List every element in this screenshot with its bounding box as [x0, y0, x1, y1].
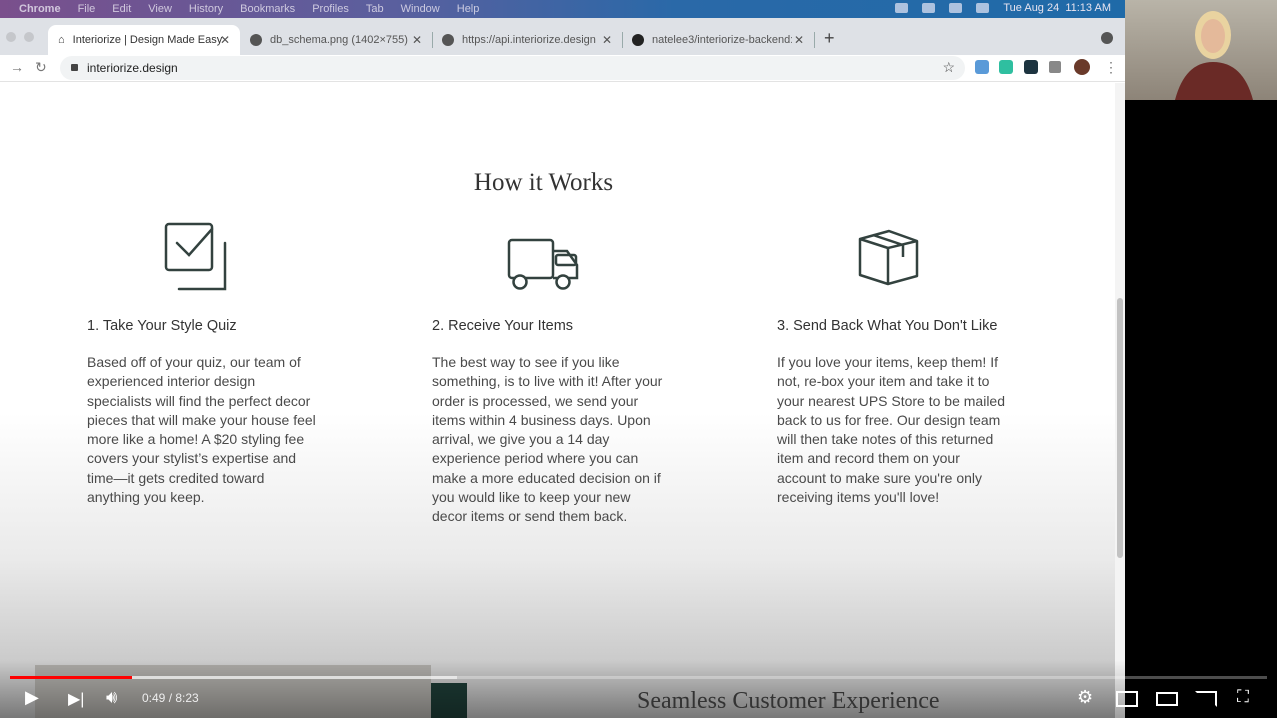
tab-title: db_schema.png (1402×755) — [270, 34, 408, 46]
volume-icon[interactable]: 🔊︎ — [106, 687, 117, 708]
menu-edit[interactable]: Edit — [112, 3, 131, 15]
window-controls[interactable] — [6, 32, 34, 42]
truck-icon — [507, 238, 579, 290]
tab-title: https://api.interiorize.design — [462, 34, 596, 46]
page-scrollbar[interactable] — [1115, 83, 1125, 718]
played-bar — [10, 676, 132, 679]
next-icon[interactable]: ▶| — [68, 689, 84, 709]
step-heading: 1. Take Your Style Quiz — [87, 318, 237, 334]
globe-icon — [442, 34, 454, 46]
github-icon — [632, 34, 644, 46]
forward-icon[interactable]: → — [10, 59, 24, 75]
tab-interiorize[interactable]: ⌂ Interiorize | Design Made Easy ✕ — [48, 25, 240, 55]
reload-icon[interactable]: ↻ — [35, 59, 47, 76]
url-text: interiorize.design — [87, 61, 178, 75]
menu-history[interactable]: History — [189, 3, 223, 15]
tab-db-schema[interactable]: db_schema.png (1402×755) ✕ — [240, 25, 432, 55]
search-icon[interactable] — [976, 3, 990, 13]
web-page: How it Works 1. Take Your Style Quiz Bas… — [0, 83, 1115, 718]
close-icon[interactable]: ✕ — [602, 33, 612, 47]
menu-profiles[interactable]: Profiles — [312, 3, 349, 15]
checkbox-icon — [164, 222, 227, 291]
screen-recording: Chrome File Edit View History Bookmarks … — [0, 0, 1125, 718]
globe-icon — [250, 34, 262, 46]
progress-bar[interactable] — [10, 676, 1267, 679]
theater-mode-icon[interactable] — [1156, 692, 1178, 706]
close-icon[interactable]: ✕ — [412, 33, 422, 47]
tab-search-icon[interactable] — [1101, 32, 1113, 44]
section-heading: Seamless Customer Experience — [637, 688, 940, 714]
mac-menubar: Chrome File Edit View History Bookmarks … — [0, 0, 1125, 18]
tab-github[interactable]: natelee3/interiorize-backend: T ✕ — [622, 25, 814, 55]
lock-icon — [71, 64, 78, 71]
cast-icon[interactable] — [1195, 691, 1217, 707]
time-display: 0:49 / 8:23 — [142, 691, 199, 705]
tab-api[interactable]: https://api.interiorize.design ✕ — [432, 25, 622, 55]
step-heading: 2. Receive Your Items — [432, 318, 574, 334]
menu-help[interactable]: Help — [457, 3, 480, 15]
menu-bookmarks[interactable]: Bookmarks — [240, 3, 295, 15]
step-heading: 3. Send Back What You Don't Like — [777, 318, 998, 334]
fullscreen-icon[interactable]: ⛶ — [1237, 687, 1249, 707]
status-icon[interactable] — [895, 3, 909, 13]
wifi-icon[interactable] — [949, 3, 963, 13]
step-description: Based off of your quiz, our team of expe… — [87, 354, 316, 506]
miniplayer-icon[interactable] — [1116, 691, 1138, 707]
step-description: The best way to see if you like somethin… — [432, 354, 663, 525]
menu-view[interactable]: View — [148, 3, 172, 15]
step-description: If you love your items, keep them! If no… — [777, 354, 1006, 506]
eyedropper-extension-icon[interactable] — [975, 60, 989, 74]
close-icon[interactable]: ✕ — [794, 33, 804, 47]
bookmark-star-icon[interactable]: ☆ — [942, 59, 955, 76]
webcam-person — [1175, 11, 1253, 100]
tab-bar: ⌂ Interiorize | Design Made Easy ✕ db_sc… — [0, 18, 1125, 55]
tab-title: Interiorize | Design Made Easy — [72, 34, 223, 46]
avatar[interactable] — [1074, 59, 1090, 75]
react-devtools-icon[interactable] — [1024, 60, 1038, 74]
address-bar-row: → ↻ interiorize.design ☆ ⋮ — [0, 55, 1125, 82]
home-icon: ⌂ — [58, 34, 65, 46]
page-title: How it Works — [473, 169, 614, 196]
play-icon[interactable]: ▶ — [25, 687, 39, 708]
extension-icon[interactable] — [999, 60, 1013, 74]
menu-tab[interactable]: Tab — [366, 3, 384, 15]
new-tab-button[interactable]: + — [824, 28, 835, 49]
menu-chrome[interactable]: Chrome — [19, 3, 61, 15]
scrollbar-thumb[interactable] — [1117, 298, 1123, 558]
address-input[interactable]: interiorize.design ☆ — [60, 56, 965, 80]
close-icon[interactable]: ✕ — [220, 33, 230, 47]
box-icon — [858, 229, 919, 286]
puzzle-icon[interactable] — [1049, 61, 1061, 73]
menu-window[interactable]: Window — [401, 3, 440, 15]
clock[interactable]: Tue Aug 24 11:13 AM — [1003, 2, 1111, 14]
menu-kebab-icon[interactable]: ⋮ — [1104, 59, 1118, 76]
settings-gear-icon[interactable]: ⚙ — [1077, 687, 1093, 708]
tab-title: natelee3/interiorize-backend: T — [652, 34, 792, 46]
battery-icon[interactable] — [922, 3, 936, 13]
menu-file[interactable]: File — [78, 3, 96, 15]
webcam-overlay — [1125, 0, 1277, 100]
